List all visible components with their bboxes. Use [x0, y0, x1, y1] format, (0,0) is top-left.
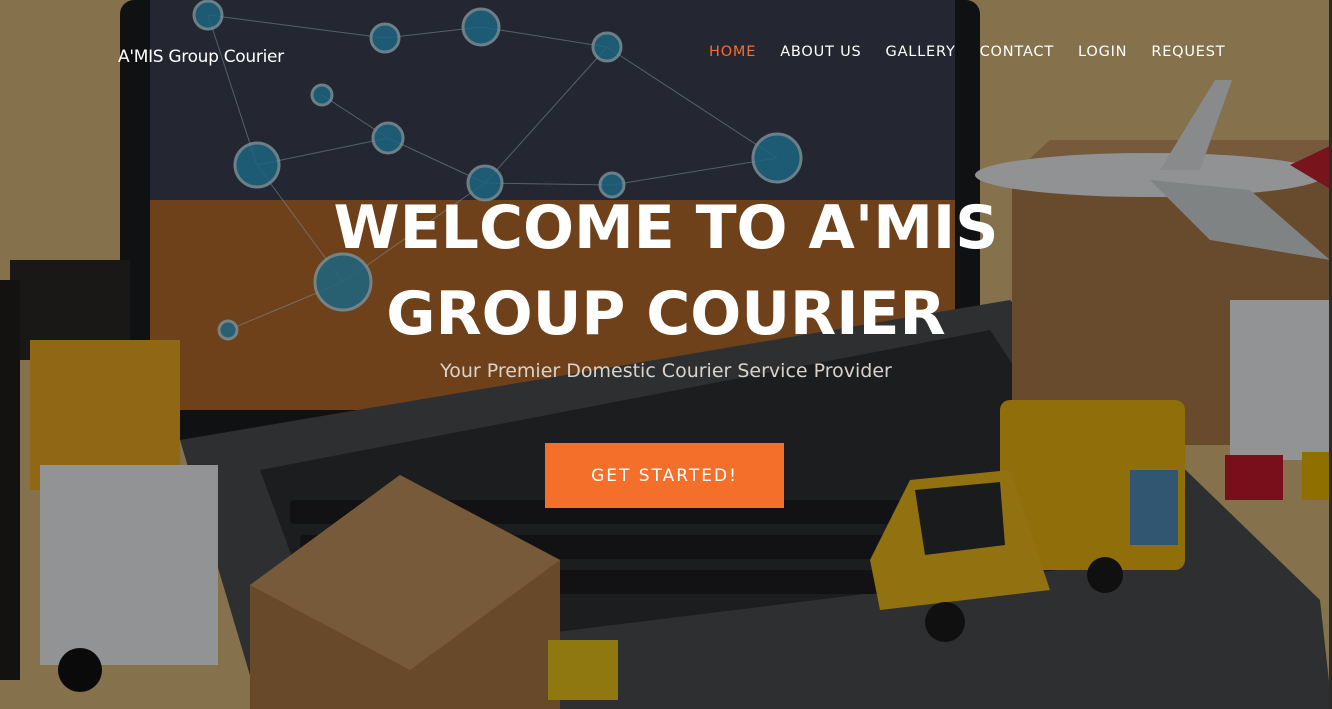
- nav-home[interactable]: HOME: [709, 44, 756, 60]
- hero-subtitle: Your Premier Domestic Courier Service Pr…: [440, 360, 892, 382]
- hero-title: WELCOME TO A'MIS GROUP COURIER: [0, 185, 1332, 357]
- nav-request[interactable]: REQUEST: [1151, 44, 1225, 60]
- hero-section: A'MIS Group Courier HOME ABOUT US GALLER…: [0, 0, 1332, 709]
- nav-gallery[interactable]: GALLERY: [886, 44, 956, 60]
- brand-logo[interactable]: A'MIS Group Courier: [118, 47, 284, 67]
- nav-login[interactable]: LOGIN: [1078, 44, 1127, 60]
- nav-about-us[interactable]: ABOUT US: [780, 44, 861, 60]
- hero-title-line2: GROUP COURIER: [386, 279, 946, 349]
- nav-contact[interactable]: CONTACT: [980, 44, 1054, 60]
- main-nav: HOME ABOUT US GALLERY CONTACT LOGIN REQU…: [709, 44, 1249, 60]
- get-started-button[interactable]: GET STARTED!: [545, 443, 784, 508]
- hero-title-line1: WELCOME TO A'MIS: [333, 193, 999, 263]
